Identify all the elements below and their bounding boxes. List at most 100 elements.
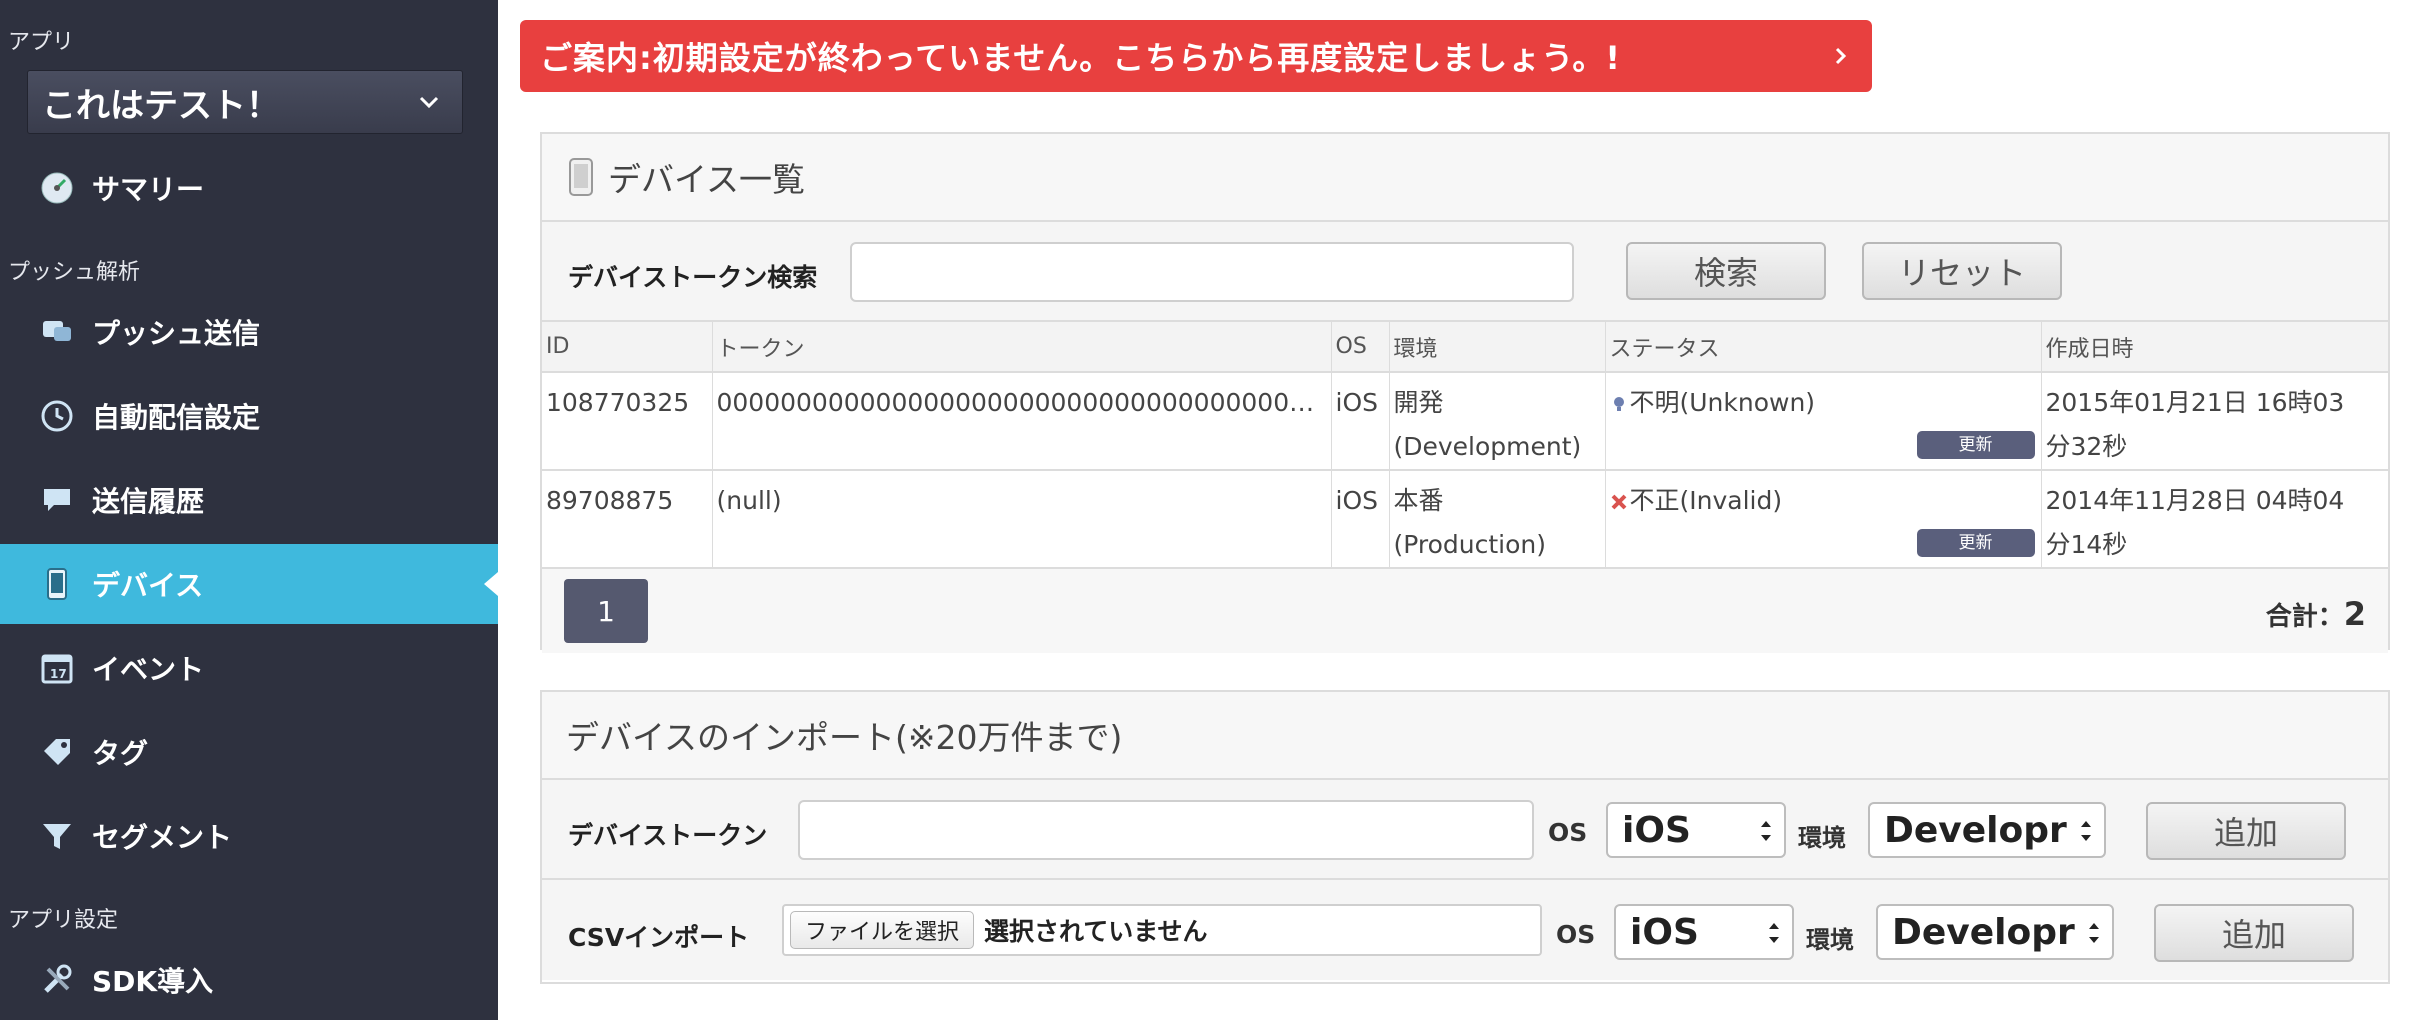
- total-value: 2: [2343, 595, 2366, 633]
- sidebar-item-label: セグメント: [92, 821, 233, 854]
- csv-env-select[interactable]: Developr: [1876, 904, 2114, 960]
- os-select[interactable]: iOS: [1606, 802, 1786, 858]
- os-select-value: iOS: [1622, 809, 1691, 851]
- choose-file-button[interactable]: ファイルを選択: [790, 911, 975, 949]
- cell-status: 不明(Unknown) 更新: [1605, 372, 2042, 471]
- env-select[interactable]: Developr: [1868, 802, 2106, 858]
- push-message-icon: [43, 321, 71, 341]
- sidebar-item-summary[interactable]: サマリー: [0, 148, 498, 228]
- token-import-input[interactable]: [798, 800, 1534, 860]
- env-detail: (Production): [1393, 530, 1547, 559]
- sidebar-section-push: プッシュ解析: [8, 260, 141, 285]
- speech-bubble-icon: [44, 489, 70, 511]
- sidebar-item-device[interactable]: デバイス: [0, 544, 498, 624]
- token-text: (null): [716, 486, 782, 515]
- cell-os: iOS: [1331, 470, 1390, 569]
- sidebar-item-sdk[interactable]: SDK導入: [0, 940, 498, 1020]
- device-list-title: デバイス一覧: [608, 160, 806, 199]
- pagination-row: 1 合計：2: [542, 569, 2388, 653]
- column-header-env: 環境: [1389, 322, 1606, 373]
- sidebar-item-tag[interactable]: タグ: [0, 712, 498, 792]
- column-header-os: OS: [1331, 322, 1390, 373]
- cell-token: 0000000000000000000000000000000000000000…: [712, 372, 1332, 471]
- token-import-label: デバイストークン: [568, 821, 768, 850]
- clock-icon: [41, 400, 73, 432]
- csv-import-label: CSVインポート: [568, 923, 750, 952]
- os-label: OS: [1548, 818, 1588, 847]
- column-header-created: 作成日時: [2041, 322, 2388, 373]
- cell-id: 89708875: [542, 470, 713, 569]
- add-token-button[interactable]: 追加: [2146, 802, 2346, 860]
- page-button[interactable]: 1: [564, 579, 648, 643]
- chevron-down-icon: [419, 96, 439, 109]
- env-detail: (Development): [1393, 432, 1582, 461]
- token-search-row: デバイストークン検索 検索 リセット: [542, 222, 2388, 322]
- token-search-input[interactable]: [850, 242, 1574, 302]
- app-selector[interactable]: これはテスト！: [27, 70, 463, 134]
- csv-os-select[interactable]: iOS: [1614, 904, 1794, 960]
- update-button[interactable]: 更新: [1916, 529, 2035, 557]
- cell-token: (null): [712, 470, 1332, 569]
- created-date: 2015年01月21日 16時03: [2045, 388, 2345, 417]
- env-label: 環境: [1806, 926, 1854, 954]
- column-header-token: トークン: [712, 322, 1332, 373]
- total-label: 合計：: [2265, 602, 2344, 632]
- reset-button[interactable]: リセット: [1862, 242, 2062, 300]
- sidebar-item-label: タグ: [92, 737, 149, 770]
- cell-id: 108770325: [542, 372, 713, 471]
- setup-alert-banner[interactable]: ご案内:初期設定が終わっていません。こちらから再度設定しましょう。!: [520, 20, 1872, 92]
- sidebar-item-label: サマリー: [92, 173, 205, 206]
- tools-icon: [44, 964, 72, 993]
- sidebar-section-app-settings: アプリ設定: [8, 908, 119, 933]
- created-time: 分14秒: [2045, 530, 2128, 559]
- token-text: 0000000000000000000000000000000000000000…: [716, 388, 1327, 417]
- sidebar-section-app: アプリ: [8, 30, 75, 55]
- sidebar-item-segment[interactable]: セグメント: [0, 796, 498, 876]
- cell-created: 2014年11月28日 04時04 分14秒: [2041, 470, 2388, 569]
- update-button[interactable]: 更新: [1916, 431, 2035, 459]
- token-search-label: デバイストークン検索: [568, 263, 818, 292]
- select-arrows-icon: [2081, 821, 2091, 841]
- file-status: 選択されていません: [984, 917, 1208, 946]
- search-button[interactable]: 検索: [1626, 242, 1826, 300]
- cell-status: 不正(Invalid) 更新: [1605, 470, 2042, 569]
- created-time: 分32秒: [2045, 432, 2128, 461]
- sidebar-item-history[interactable]: 送信履歴: [0, 460, 498, 540]
- cell-env: 開発 (Development): [1389, 372, 1606, 471]
- csv-file-input[interactable]: ファイルを選択 選択されていません: [782, 904, 1542, 956]
- total-count: 合計：2: [2266, 595, 2366, 633]
- status-text: 不明(Unknown): [1629, 388, 1816, 417]
- env-name: 本番: [1393, 486, 1444, 515]
- select-arrows-icon: [2089, 923, 2099, 943]
- alert-text: ご案内:初期設定が終わっていません。こちらから再度設定しましょう。!: [540, 39, 1621, 77]
- table-row: 89708875 (null) iOS 本番 (Production) 不正(I…: [542, 470, 2388, 569]
- created-date: 2014年11月28日 04時04: [2045, 486, 2345, 515]
- device-list-panel: デバイス一覧 デバイストークン検索 検索 リセット ID トークン OS 環境 …: [540, 132, 2390, 653]
- gauge-icon: [41, 172, 73, 204]
- sidebar-item-label: 送信履歴: [92, 485, 205, 518]
- column-header-status: ステータス: [1605, 322, 2042, 373]
- sidebar-item-label: SDK導入: [92, 965, 214, 998]
- sidebar-item-event[interactable]: 17 イベント: [0, 628, 498, 708]
- env-label: 環境: [1798, 824, 1846, 852]
- app-selector-value: これはテスト！: [42, 85, 280, 126]
- sidebar-item-label: イベント: [92, 653, 205, 686]
- smartphone-icon: [47, 568, 67, 600]
- sidebar-item-push-send[interactable]: プッシュ送信: [0, 292, 498, 372]
- sidebar-item-label: デバイス: [92, 569, 204, 602]
- sidebar-item-auto-delivery[interactable]: 自動配信設定: [0, 376, 498, 456]
- smartphone-icon: [569, 158, 593, 196]
- svg-text:17: 17: [50, 667, 67, 681]
- device-import-title: デバイスのインポート(※20万件まで): [566, 718, 1123, 757]
- device-table: ID トークン OS 環境 ステータス 作成日時 108770325 00000…: [542, 322, 2388, 569]
- table-row: 108770325 000000000000000000000000000000…: [542, 372, 2388, 471]
- add-csv-button[interactable]: 追加: [2154, 904, 2354, 962]
- tag-icon: [44, 739, 70, 765]
- os-select-value: iOS: [1630, 911, 1699, 953]
- csv-import-row: CSVインポート ファイルを選択 選択されていません OS iOS 環境 Dev…: [542, 880, 2388, 980]
- calendar-icon: 17: [41, 654, 73, 684]
- cell-os: iOS: [1331, 372, 1390, 471]
- env-select-value: Developr: [1892, 911, 2075, 953]
- chevron-right-icon: [1835, 47, 1847, 65]
- env-select-value: Developr: [1884, 809, 2067, 851]
